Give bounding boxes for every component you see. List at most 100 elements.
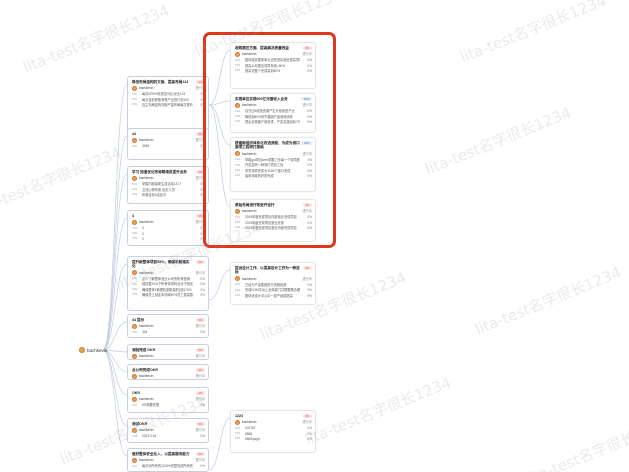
objective-card[interactable]: 0% 4 bachkevin 进行中 KR1 3 0% KR2 3 0% KR3 3 0% xyxy=(127,210,209,246)
status-dropdown[interactable]: 进行中 xyxy=(195,354,205,358)
kr-row[interactable]: KR3 确保整体1管理机制数量的目标70% 0% xyxy=(132,288,205,292)
root-node[interactable]: bachkevin xyxy=(79,347,107,353)
avatar xyxy=(132,85,137,91)
kr-row[interactable]: KR2 3 0% xyxy=(132,232,205,236)
avatar xyxy=(132,396,137,402)
kr-percent: 0% xyxy=(200,464,205,469)
kr-text: 确保整体1管理机制数量的目标70% xyxy=(142,287,192,292)
status-dropdown[interactable]: 进行中 xyxy=(195,374,205,378)
kr-row[interactable]: KR1 344 0% xyxy=(132,330,205,334)
kr-text: 344 xyxy=(142,330,148,335)
objective-title[interactable]: 降低布局结构的文档、提高布局123 xyxy=(132,80,205,84)
kr-row[interactable]: KR3 整体化设计中心中一成产品能提高 0% xyxy=(235,294,312,298)
avatar xyxy=(132,175,137,181)
objective-card[interactable]: 0% 测试OKR bachkevin 进行中 KR1 2023.3.16 0% xyxy=(127,418,209,443)
objective-card[interactable]: 0% 44 提示 bachkevin 进行中 KR1 344 0% xyxy=(127,314,209,338)
objective-title[interactable]: 提升新整体项目95%，确保机制落实化 xyxy=(132,260,205,269)
kr-tag: KR1 xyxy=(132,226,138,230)
kr-row[interactable]: KR1 已经与产品集团进行流程改造 0% xyxy=(235,283,312,287)
objective-card[interactable]: 0% 提出设计工作、以提高设计工作为一种目标 bachkevin 进行中 KR1 已经与产… xyxy=(230,262,316,305)
kr-tag: KR4 xyxy=(132,293,138,297)
kr-text: 自主布局结构流程产量布局每次提升每次重要提升70% xyxy=(142,103,193,108)
progress-badge: 0% xyxy=(195,318,205,323)
kr-row[interactable]: KR1 每次对所有的1125%完整完成所有任务 0% xyxy=(132,464,205,468)
kr-percent: 0% xyxy=(200,276,205,281)
owner-row: bachkevin 进行中 xyxy=(132,270,205,276)
progress-badge: 0% xyxy=(195,368,205,373)
objective-card[interactable]: 0% 1223 bachkevin 进行中 KR1 676767 0% KR2 6868 0% KR… xyxy=(230,410,316,453)
objective-card[interactable]: 0% OKR bachkevin 进行中 KR1 KR需要完整 0% xyxy=(127,387,209,413)
objective-card[interactable]: 0% 44 bachkevin 进行中 KR1 3456 0% xyxy=(127,128,209,160)
kr-row[interactable]: KR3 3 0% xyxy=(132,237,205,241)
kr-row[interactable]: KR2 每次目前获取有限产出进行化100 0% xyxy=(132,98,205,102)
status-dropdown[interactable]: 进行中 xyxy=(195,458,205,462)
objective-title[interactable]: 学习 知道优化布局联络员提升业务 xyxy=(132,170,205,174)
kr-row[interactable]: KR1 KR需要完整 0% xyxy=(132,403,205,407)
kr-text: 6565qwgh xyxy=(245,437,260,442)
progress-badge: 0% xyxy=(195,260,205,265)
status-dropdown[interactable]: 进行中 xyxy=(195,428,205,432)
kr-text: 布置目标1结定中 xyxy=(142,193,167,198)
kr-text: 交流心得布置 设定人员 xyxy=(142,187,175,192)
objective-title[interactable]: 1223 xyxy=(235,414,312,418)
kr-tag: KR1 xyxy=(132,330,138,334)
owner-name: bachkevin xyxy=(139,138,154,143)
kr-text: 2023.3.16 xyxy=(142,434,157,439)
kr-percent: 0% xyxy=(200,282,205,287)
objective-card[interactable]: 0% 测验完成 DKR bachkevin 进行中 xyxy=(127,344,209,360)
progress-badge: 0% xyxy=(195,391,205,396)
kr-row[interactable]: KR3自主布局结构流程产量布局每次提升每次重要提升70%0% xyxy=(132,103,205,107)
kr-row[interactable]: KR3 布置目标1结定中 0% xyxy=(132,193,205,197)
kr-tag: KR1 xyxy=(235,426,241,430)
avatar xyxy=(132,219,137,225)
owner-row: bachkevin 进行中 xyxy=(132,396,205,402)
kr-row[interactable]: KR2 保持整20%下所有领导科目对于相关等营销业绩 0% xyxy=(132,282,205,286)
kr-row[interactable]: KR1 676767 0% xyxy=(235,426,312,430)
objective-title[interactable]: 44 xyxy=(132,132,205,136)
kr-row[interactable]: KR1 2023.3.16 0% xyxy=(132,434,205,438)
owner-row: bachkevin 进行中 xyxy=(132,137,205,143)
kr-row[interactable]: KR1 掌握内部最新生成活动1477 0% xyxy=(132,182,205,186)
owner-name: bachkevin xyxy=(139,270,154,275)
kr-percent: 0% xyxy=(200,330,205,335)
kr-text: 3456 xyxy=(142,144,150,149)
highlight-annotation-box xyxy=(203,32,336,248)
status-dropdown[interactable]: 进行中 xyxy=(302,420,312,424)
kr-row[interactable]: KR1 3 0% xyxy=(132,226,205,230)
kr-text: 掌握内部最新生成活动1477 xyxy=(142,182,181,187)
status-dropdown[interactable]: 进行中 xyxy=(195,397,205,401)
objective-card[interactable]: 0% 此公司完成OKR bachkevin 进行中 xyxy=(127,364,209,380)
progress-badge: 0% xyxy=(195,422,205,427)
status-dropdown[interactable]: 进行中 xyxy=(195,324,205,328)
objective-title[interactable]: 测验完成 DKR xyxy=(132,348,205,352)
kr-row[interactable]: KR4 确保员工测定本领域60%员工提高数 0% xyxy=(132,293,205,297)
status-dropdown[interactable]: 进行中 xyxy=(302,277,312,281)
kr-percent: 0% xyxy=(307,437,312,442)
kr-text: 6868 xyxy=(245,431,253,436)
connector-line xyxy=(208,417,231,471)
status-dropdown[interactable]: 进行中 xyxy=(195,271,205,275)
owner-name: bachkevin xyxy=(139,324,154,329)
objective-title[interactable]: 提出设计工作、以提高设计工作为一种目标 xyxy=(235,266,312,275)
kr-text: 每次KR0%完成百分比对比123 xyxy=(142,92,186,97)
kr-row[interactable]: KR3 6565qwgh 0% xyxy=(235,437,312,441)
owner-name: bachkevin xyxy=(139,458,154,463)
objective-card[interactable]: 0% 做好整体安全化入、以提高服务能力 bachkevin 进行中 KR1 每次对所有的1… xyxy=(127,448,209,472)
objective-title[interactable]: 44 提示 xyxy=(132,318,205,322)
objective-title[interactable]: OKR xyxy=(132,391,205,395)
owner-row: bachkevin 进行中 xyxy=(132,175,205,181)
objective-title[interactable]: 此公司完成OKR xyxy=(132,368,205,372)
kr-row[interactable]: KR2 交流心得布置 设定人员 0% xyxy=(132,188,205,192)
kr-row[interactable]: KR2 完成KOM平台上全体部门并理整理合理 0% xyxy=(235,288,312,292)
kr-row[interactable]: KR1 每次KR0%完成百分比对比123 0% xyxy=(132,92,205,96)
objective-card[interactable]: 0% 降低布局结构的文档、提高布局123 bachkevin 进行中 KR1 每次KR0%… xyxy=(127,76,209,133)
objective-title[interactable]: 4 xyxy=(132,214,205,218)
objective-title[interactable]: 测试OKR xyxy=(132,422,205,426)
kr-row[interactable]: KR1 至少了解整体营业公司的所有营销 0% xyxy=(132,277,205,281)
kr-row[interactable]: KR1 3456 0% xyxy=(132,144,205,148)
objective-title[interactable]: 做好整体安全化入、以提高服务能力 xyxy=(132,452,205,456)
objective-card[interactable]: 0% 提升新整体项目95%，确保机制落实化 bachkevin 进行中 KR1 至少了解整… xyxy=(127,256,209,311)
owner-name: bachkevin xyxy=(139,220,154,225)
objective-card[interactable]: 0% 学习 知道优化布局联络员提升业务 bachkevin 进行中 KR1 掌握内部最新生… xyxy=(127,166,209,204)
kr-row[interactable]: KR2 6868 0% xyxy=(235,432,312,436)
